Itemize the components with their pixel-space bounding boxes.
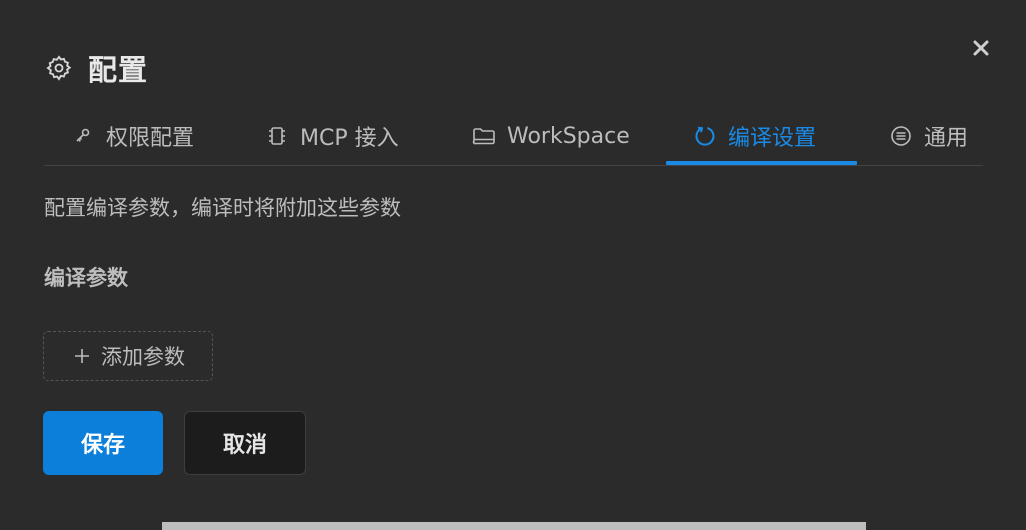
active-tab-indicator (666, 161, 857, 165)
tab-general[interactable]: 通用 (888, 110, 968, 162)
tab-label: WorkSpace (507, 123, 630, 149)
compile-description: 配置编译参数，编译时将附加这些参数 (44, 196, 401, 220)
tab-compile-settings[interactable]: 编译设置 (692, 110, 816, 162)
settings-dialog: 配置 权限配置 MCP 接入 WorkSpace 编译设置 通用 配置编译参数，… (0, 0, 1026, 522)
tab-label: 通用 (924, 126, 969, 151)
add-param-label: 添加参数 (101, 345, 185, 369)
tab-label: MCP 接入 (300, 126, 399, 151)
chip-icon (264, 123, 290, 149)
cancel-button[interactable]: 取消 (184, 411, 306, 475)
dialog-header: 配置 (44, 48, 148, 88)
close-icon (973, 40, 989, 56)
gear-icon (44, 53, 74, 83)
tab-label: 编译设置 (728, 126, 817, 151)
plus-icon (71, 345, 93, 367)
tab-label: 权限配置 (106, 126, 195, 151)
add-param-button[interactable]: 添加参数 (43, 331, 213, 381)
list-circle-icon (888, 123, 914, 149)
tab-workspace[interactable]: WorkSpace (471, 110, 630, 162)
compile-params-label: 编译参数 (44, 266, 128, 290)
key-icon (70, 123, 96, 149)
close-button[interactable] (966, 33, 996, 63)
tab-permissions[interactable]: 权限配置 (70, 110, 194, 162)
settings-tabs: 权限配置 MCP 接入 WorkSpace 编译设置 通用 (44, 110, 983, 166)
tab-mcp[interactable]: MCP 接入 (264, 110, 399, 162)
folder-icon (471, 123, 497, 149)
dialog-title: 配置 (88, 53, 149, 87)
backdrop-page-strip (162, 522, 866, 530)
save-button[interactable]: 保存 (43, 411, 163, 475)
refresh-icon (692, 123, 718, 149)
